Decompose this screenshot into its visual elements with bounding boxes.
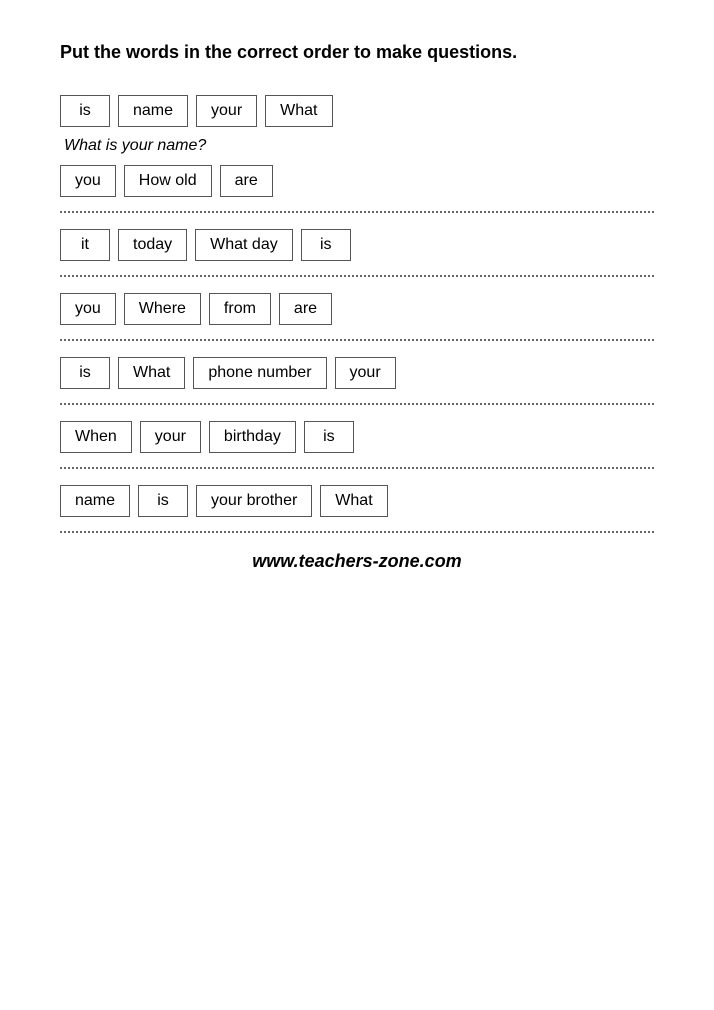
divider <box>60 403 654 405</box>
word-box: from <box>209 293 271 325</box>
word-group-1: is name your What <box>60 95 654 127</box>
word-box: name <box>60 485 130 517</box>
question-block-2: you How old are <box>60 165 654 197</box>
page-title: Put the words in the correct order to ma… <box>60 40 654 65</box>
question-block-3: it today What day is <box>60 229 654 261</box>
word-box: your <box>196 95 257 127</box>
word-box: How old <box>124 165 212 197</box>
answer-line-1: What is your name? <box>60 137 654 155</box>
word-box: What <box>118 357 185 389</box>
divider <box>60 211 654 213</box>
footer-website: www.teachers-zone.com <box>60 551 654 572</box>
word-group-7: name is your brother What <box>60 485 654 517</box>
divider <box>60 467 654 469</box>
divider <box>60 531 654 533</box>
word-box: are <box>220 165 273 197</box>
word-box: phone number <box>193 357 326 389</box>
word-box: birthday <box>209 421 296 453</box>
word-box: is <box>60 357 110 389</box>
word-box: What <box>265 95 332 127</box>
word-group-6: When your birthday is <box>60 421 654 453</box>
question-block-1: is name your What What is your name? <box>60 95 654 155</box>
word-box: name <box>118 95 188 127</box>
word-box: is <box>138 485 188 517</box>
word-group-5: is What phone number your <box>60 357 654 389</box>
word-box: is <box>301 229 351 261</box>
word-box: you <box>60 293 116 325</box>
word-box: your <box>335 357 396 389</box>
word-group-3: it today What day is <box>60 229 654 261</box>
question-block-6: When your birthday is <box>60 421 654 453</box>
word-box: is <box>304 421 354 453</box>
word-box: What day <box>195 229 293 261</box>
divider <box>60 339 654 341</box>
question-block-7: name is your brother What <box>60 485 654 517</box>
word-box: are <box>279 293 332 325</box>
word-group-2: you How old are <box>60 165 654 197</box>
word-box: your <box>140 421 201 453</box>
word-group-4: you Where from are <box>60 293 654 325</box>
word-box: is <box>60 95 110 127</box>
word-box: Where <box>124 293 201 325</box>
word-box: you <box>60 165 116 197</box>
word-box: it <box>60 229 110 261</box>
word-box: your brother <box>196 485 312 517</box>
question-block-4: you Where from are <box>60 293 654 325</box>
word-box: When <box>60 421 132 453</box>
word-box: What <box>320 485 387 517</box>
word-box: today <box>118 229 187 261</box>
question-block-5: is What phone number your <box>60 357 654 389</box>
divider <box>60 275 654 277</box>
